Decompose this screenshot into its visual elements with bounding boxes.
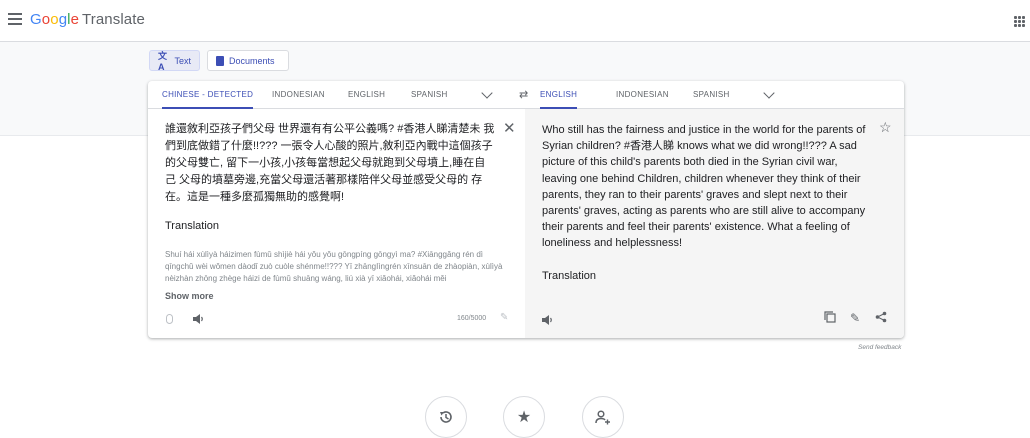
target-more-languages-chevron-icon[interactable]	[763, 87, 775, 99]
top-app-bar: Google Translate	[0, 0, 1030, 42]
google-translate-logo[interactable]: Google Translate	[30, 11, 145, 28]
hamburger-menu-icon[interactable]	[8, 13, 22, 27]
romanization-text: Shuí hái xùlìyà háizimen fùmǔ shìjiè hái…	[165, 250, 503, 283]
source-pane: 誰還敘利亞孩子們父母 世界還有有公平公義嗎? #香港人睇清楚未 我們到底做錯了什…	[148, 109, 525, 338]
saved-button[interactable]: ★	[503, 396, 545, 438]
source-tab-chinese-detected[interactable]: CHINESE - DETECTED	[162, 81, 254, 109]
language-bar: CHINESE - DETECTED INDONESIAN ENGLISH SP…	[148, 81, 904, 109]
apps-grid-icon[interactable]	[1014, 16, 1025, 27]
document-icon	[216, 55, 224, 66]
logo-letter-3: g	[58, 11, 68, 28]
google-wordmark: Google	[30, 11, 79, 28]
source-tab-indonesian[interactable]: INDONESIAN	[272, 81, 325, 109]
target-listen-speaker-icon[interactable]	[542, 315, 554, 325]
source-text-input[interactable]: 誰還敘利亞孩子們父母 世界還有有公平公義嗎? #香港人睇清楚未 我們到底做錯了什…	[165, 121, 495, 206]
save-translation-star-icon[interactable]: ☆	[879, 119, 892, 136]
documents-mode-label: Documents	[229, 55, 275, 66]
clear-source-close-icon[interactable]: ✕	[503, 121, 516, 136]
source-edit-pencil-icon[interactable]: ✎	[500, 312, 508, 323]
swap-languages-icon[interactable]: ⇄	[519, 90, 531, 101]
source-tab-spanish[interactable]: SPANISH	[411, 81, 448, 109]
target-tab-english[interactable]: ENGLISH	[540, 81, 578, 109]
logo-letter-2: o	[50, 11, 59, 28]
target-pane: Who still has the fairness and justice i…	[525, 109, 904, 338]
saved-star-icon: ★	[516, 409, 532, 426]
history-button[interactable]	[425, 396, 467, 438]
translate-icon: 文A	[158, 51, 168, 72]
translation-card: CHINESE - DETECTED INDONESIAN ENGLISH SP…	[148, 81, 904, 338]
target-translation-label: Translation	[542, 270, 597, 282]
copy-translation-icon[interactable]	[824, 311, 836, 323]
target-tab-spanish[interactable]: SPANISH	[693, 81, 730, 109]
text-mode-label: Text	[174, 55, 191, 66]
source-tab-english[interactable]: ENGLISH	[348, 81, 385, 109]
source-translation-label: Translation	[165, 220, 220, 232]
documents-mode-button[interactable]: Documents	[207, 50, 289, 71]
logo-letter-0: G	[30, 11, 42, 28]
microphone-icon[interactable]	[166, 314, 173, 324]
share-icon[interactable]	[875, 311, 887, 323]
target-tab-indonesian[interactable]: INDONESIAN	[616, 81, 669, 109]
contribute-people-icon	[595, 410, 610, 425]
source-listen-speaker-icon[interactable]	[193, 314, 205, 324]
translated-text: Who still has the fairness and justice i…	[542, 124, 866, 250]
logo-letter-5: e	[70, 11, 80, 28]
text-mode-button[interactable]: 文A Text	[149, 50, 200, 72]
edit-translation-pencil-icon[interactable]: ✎	[850, 311, 860, 325]
character-count: 160/5000	[457, 315, 487, 322]
product-name: Translate	[82, 11, 145, 28]
source-more-languages-chevron-icon[interactable]	[481, 87, 493, 99]
logo-letter-1: o	[41, 11, 51, 28]
contribute-button[interactable]	[582, 396, 624, 438]
send-feedback-link[interactable]: Send feedback	[858, 344, 901, 351]
history-icon	[440, 411, 452, 423]
show-more-link[interactable]: Show more	[165, 291, 214, 301]
